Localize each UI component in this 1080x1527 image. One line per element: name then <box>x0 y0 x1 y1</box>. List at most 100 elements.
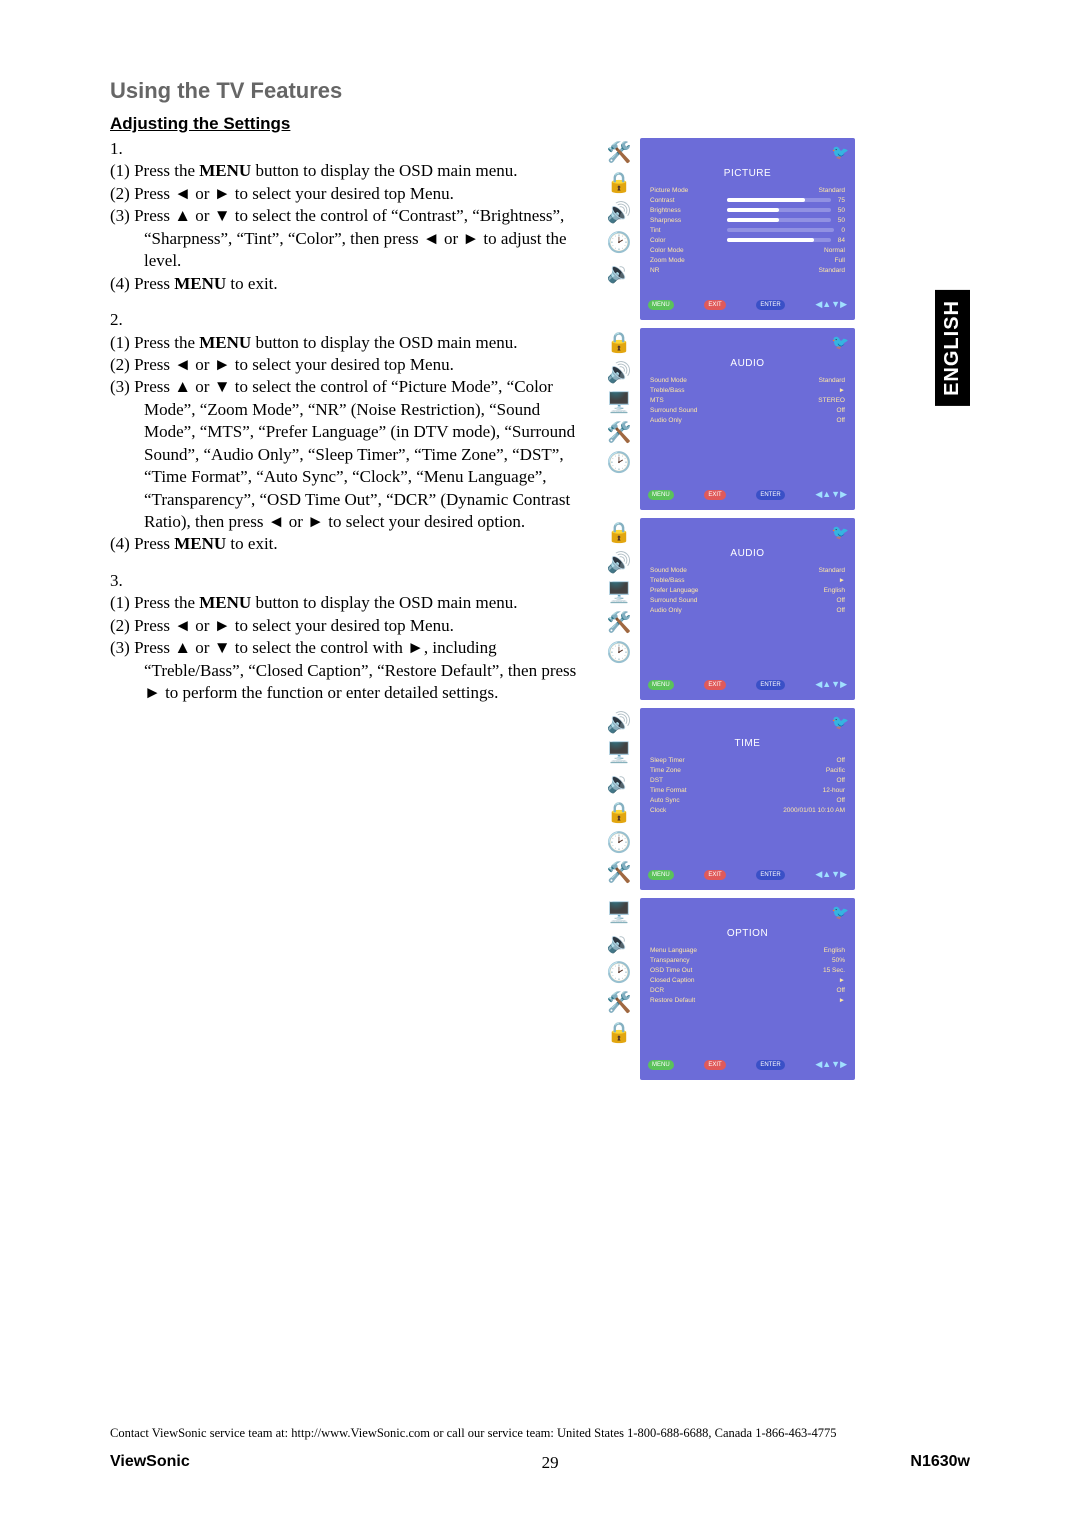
osd-row: Time Format 12-hour <box>650 785 845 795</box>
osd-title: PICTURE <box>640 138 855 185</box>
osd-row: MTSSTEREO <box>650 395 845 405</box>
osd-iconstrip: 🔒🔊🖥️🛠️🕑 <box>598 328 640 474</box>
osd-row-label: Picture Mode <box>650 187 720 194</box>
osd-exit-button: EXIT <box>704 1060 725 1070</box>
osd-row-value: 50% <box>832 957 845 964</box>
osd-row: Audio OnlyOff <box>650 605 845 615</box>
step-substep: (1) Press the MENU button to display the… <box>110 160 580 182</box>
osd-row: Surround SoundOff <box>650 595 845 605</box>
osd-row-label: Treble/Bass <box>650 577 720 584</box>
osd-row-label: Closed Caption <box>650 977 720 984</box>
osd-row-value: 50 <box>838 207 845 214</box>
osd-exit-button: EXIT <box>704 300 725 310</box>
speaker2-icon: 🔉 <box>605 930 633 954</box>
osd-row: Sound ModeStandard <box>650 565 845 575</box>
osd-row: Audio Only Off <box>650 415 845 425</box>
osd-row-label: Sound Mode <box>650 377 720 384</box>
speaker2-icon: 🔉 <box>605 770 633 794</box>
dpad-icon: ◀▲▼▶ <box>815 679 847 690</box>
osd-enter-button: ENTER <box>756 490 784 500</box>
osd-card: 🐦AUDIOSound ModeStandardTreble/Bass►MTSS… <box>640 328 855 510</box>
osd-row-value: Normal <box>824 247 845 254</box>
osd-row: DST Off <box>650 775 845 785</box>
osd-row-value: Off <box>836 417 845 424</box>
speaker-icon: 🔊 <box>605 550 633 574</box>
osd-menu-button: MENU <box>648 680 674 690</box>
osd-row-label: Sleep Timer <box>650 757 720 764</box>
birds-icon: 🐦 <box>832 524 849 541</box>
osd-enter-button: ENTER <box>756 870 784 880</box>
osd-footer: MENUEXITENTER◀▲▼▶ <box>640 1055 855 1074</box>
step-substep: (3) Press ▲ or ▼ to select the control w… <box>110 637 580 704</box>
osd-panel: 🖥️🔉🕑🛠️🔒🐦OPTIONMenu LanguageEnglishTransp… <box>598 898 858 1080</box>
step-substep: (2) Press ◄ or ► to select your desired … <box>110 183 580 205</box>
osd-row-value: Off <box>836 407 845 414</box>
footer-bar: ViewSonic 29 N1630w <box>110 1453 970 1473</box>
osd-row-label: Clock <box>650 807 720 814</box>
osd-row-label: Audio Only <box>650 417 720 424</box>
osd-footer: MENUEXITENTER◀▲▼▶ <box>640 485 855 504</box>
osd-row-value: Off <box>836 797 845 804</box>
osd-row-value: Off <box>836 607 845 614</box>
step-substep: (4) Press MENU to exit. <box>110 273 580 295</box>
osd-row-label: DCR <box>650 987 720 994</box>
osd-row-label: DST <box>650 777 720 784</box>
osd-row-value: 2000/01/01 10:10 AM <box>783 807 845 814</box>
clock-icon: 🕑 <box>605 960 633 984</box>
osd-row-label: Menu Language <box>650 947 720 954</box>
osd-row: Picture Mode Standard <box>650 185 845 195</box>
step-substep: (2) Press ◄ or ► to select your desired … <box>110 615 580 637</box>
osd-row: Closed Caption► <box>650 975 845 985</box>
osd-row-value: 15 Sec. <box>823 967 845 974</box>
osd-row-value: Standard <box>819 187 845 194</box>
osd-title: TIME <box>640 708 855 755</box>
clock-icon: 🕑 <box>605 830 633 854</box>
dpad-icon: ◀▲▼▶ <box>815 869 847 880</box>
osd-row-value: Off <box>836 777 845 784</box>
osd-menu-button: MENU <box>648 870 674 880</box>
osd-row-label: Zoom Mode <box>650 257 720 264</box>
dpad-icon: ◀▲▼▶ <box>815 299 847 310</box>
lock-icon: 🔒 <box>605 800 633 824</box>
osd-row: Color ModeNormal <box>650 245 845 255</box>
osd-row-label: Auto Sync <box>650 797 720 804</box>
step-number: 3. <box>110 570 580 592</box>
wrench-icon: 🛠️ <box>605 990 633 1014</box>
osd-card: 🐦PICTUREPicture ModeStandardContrast75Br… <box>640 138 855 320</box>
osd-enter-button: ENTER <box>756 680 784 690</box>
osd-row-value: ► <box>839 577 845 584</box>
osd-row-label: OSD Time Out <box>650 967 720 974</box>
footer-contact-line: Contact ViewSonic service team at: http:… <box>110 1426 970 1441</box>
subsection-title: Adjusting the Settings <box>110 114 970 134</box>
birds-icon: 🐦 <box>832 144 849 161</box>
osd-rows: Sound ModeStandardTreble/Bass►MTSSTEREOS… <box>640 375 855 425</box>
osd-row-label: MTS <box>650 397 720 404</box>
wrench-icon: 🛠️ <box>605 860 633 884</box>
osd-footer: MENUEXITENTER◀▲▼▶ <box>640 865 855 884</box>
osd-rows: Menu LanguageEnglishTransparency50%OSD T… <box>640 945 855 1005</box>
step-substep: (3) Press ▲ or ▼ to select the control o… <box>110 376 580 533</box>
osd-row-label: Prefer Language <box>650 587 720 594</box>
osd-row-label: Time Format <box>650 787 720 794</box>
osd-row-value: 0 <box>841 227 845 234</box>
language-tab: ENGLISH <box>935 290 970 406</box>
osd-row: Time ZonePacific <box>650 765 845 775</box>
osd-row-value: 84 <box>838 237 845 244</box>
osd-slider <box>727 238 831 242</box>
osd-row-value: 12-hour <box>823 787 845 794</box>
speaker-icon: 🔊 <box>605 200 633 224</box>
osd-row: Restore Default► <box>650 995 845 1005</box>
osd-panel: 🔊🖥️🔉🔒🕑🛠️🐦TIMESleep TimerOffTime ZonePaci… <box>598 708 858 890</box>
speaker2-icon: 🔉 <box>605 260 633 284</box>
osd-row: Color84 <box>650 235 845 245</box>
osd-row: Clock 2000/01/01 10:10 AM <box>650 805 845 815</box>
instruction-step: 3.(1) Press the MENU button to display t… <box>110 570 580 705</box>
clock-icon: 🕑 <box>605 640 633 664</box>
osd-row-label: Surround Sound <box>650 597 720 604</box>
osd-row: Treble/Bass► <box>650 385 845 395</box>
lock-icon: 🔒 <box>605 1020 633 1044</box>
osd-row: Brightness50 <box>650 205 845 215</box>
osd-row-label: Surround Sound <box>650 407 720 414</box>
tv-icon: 🖥️ <box>605 900 633 924</box>
osd-row: DCROff <box>650 985 845 995</box>
